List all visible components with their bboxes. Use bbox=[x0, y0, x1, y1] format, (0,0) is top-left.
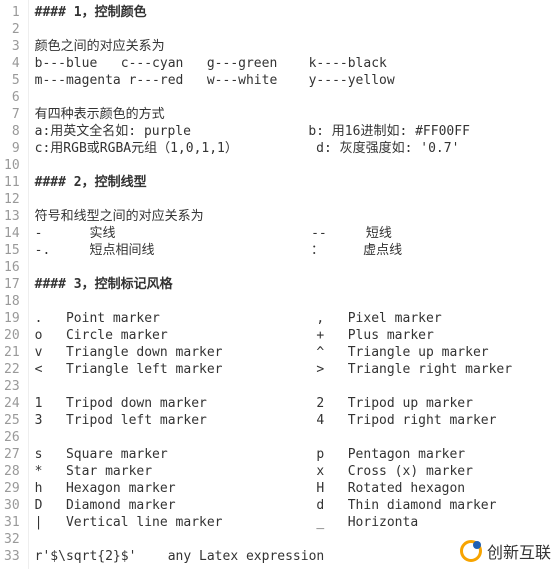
line-number: 17 bbox=[4, 276, 20, 293]
line-number: 8 bbox=[4, 123, 20, 140]
line-number: 22 bbox=[4, 361, 20, 378]
code-line[interactable]: 颜色之间的对应关系为 bbox=[35, 38, 555, 55]
code-line[interactable]: s Square marker p Pentagon marker bbox=[35, 446, 555, 463]
code-line[interactable]: | Vertical line marker _ Horizonta bbox=[35, 514, 555, 531]
watermark: 创新互联 bbox=[455, 537, 555, 565]
line-number: 14 bbox=[4, 225, 20, 242]
line-number: 10 bbox=[4, 157, 20, 174]
code-line[interactable]: -. 短点相间线 ： 虚点线 bbox=[35, 242, 555, 259]
line-number: 18 bbox=[4, 293, 20, 310]
line-number: 12 bbox=[4, 191, 20, 208]
line-number: 32 bbox=[4, 531, 20, 548]
code-line[interactable]: 有四种表示颜色的方式 bbox=[35, 106, 555, 123]
code-line[interactable] bbox=[35, 89, 555, 106]
line-number: 11 bbox=[4, 174, 20, 191]
line-number: 19 bbox=[4, 310, 20, 327]
code-line[interactable]: a:用英文全名如: purple b: 用16进制如: #FF00FF bbox=[35, 123, 555, 140]
code-line[interactable]: v Triangle down marker ^ Triangle up mar… bbox=[35, 344, 555, 361]
code-line[interactable]: #### 1，控制颜色 bbox=[35, 4, 555, 21]
line-number: 3 bbox=[4, 38, 20, 55]
code-line[interactable]: m---magenta r---red w---white y----yello… bbox=[35, 72, 555, 89]
line-number: 13 bbox=[4, 208, 20, 225]
code-line[interactable]: - 实线 -- 短线 bbox=[35, 225, 555, 242]
line-number: 20 bbox=[4, 327, 20, 344]
code-line[interactable]: o Circle marker + Plus marker bbox=[35, 327, 555, 344]
line-number: 25 bbox=[4, 412, 20, 429]
code-line[interactable]: #### 3，控制标记风格 bbox=[35, 276, 555, 293]
line-number: 24 bbox=[4, 395, 20, 412]
line-number: 27 bbox=[4, 446, 20, 463]
line-number: 29 bbox=[4, 480, 20, 497]
line-number: 5 bbox=[4, 72, 20, 89]
code-line[interactable]: < Triangle left marker > Triangle right … bbox=[35, 361, 555, 378]
code-line[interactable]: 符号和线型之间的对应关系为 bbox=[35, 208, 555, 225]
code-line[interactable] bbox=[35, 429, 555, 446]
code-line[interactable] bbox=[35, 378, 555, 395]
code-line[interactable]: 3 Tripod left marker 4 Tripod right mark… bbox=[35, 412, 555, 429]
code-line[interactable]: . Point marker , Pixel marker bbox=[35, 310, 555, 327]
code-line[interactable]: * Star marker x Cross (x) marker bbox=[35, 463, 555, 480]
line-number: 28 bbox=[4, 463, 20, 480]
line-number: 30 bbox=[4, 497, 20, 514]
line-number: 9 bbox=[4, 140, 20, 157]
line-number: 15 bbox=[4, 242, 20, 259]
code-line[interactable]: 1 Tripod down marker 2 Tripod up marker bbox=[35, 395, 555, 412]
line-number: 23 bbox=[4, 378, 20, 395]
line-number: 26 bbox=[4, 429, 20, 446]
code-line[interactable] bbox=[35, 293, 555, 310]
watermark-text: 创新互联 bbox=[487, 539, 551, 563]
watermark-logo-icon bbox=[459, 539, 483, 563]
line-number-gutter: 1234567891011121314151617181920212223242… bbox=[0, 0, 29, 569]
code-line[interactable]: #### 2，控制线型 bbox=[35, 174, 555, 191]
line-number: 7 bbox=[4, 106, 20, 123]
code-line[interactable]: b---blue c---cyan g---green k----black bbox=[35, 55, 555, 72]
code-line[interactable] bbox=[35, 191, 555, 208]
line-number: 1 bbox=[4, 4, 20, 21]
code-line[interactable] bbox=[35, 21, 555, 38]
code-line[interactable] bbox=[35, 259, 555, 276]
line-number: 33 bbox=[4, 548, 20, 565]
line-number: 6 bbox=[4, 89, 20, 106]
line-number: 16 bbox=[4, 259, 20, 276]
code-content[interactable]: #### 1，控制颜色 颜色之间的对应关系为b---blue c---cyan … bbox=[29, 0, 559, 569]
code-line[interactable]: D Diamond marker d Thin diamond marker bbox=[35, 497, 555, 514]
code-line[interactable]: h Hexagon marker H Rotated hexagon bbox=[35, 480, 555, 497]
line-number: 4 bbox=[4, 55, 20, 72]
line-number: 2 bbox=[4, 21, 20, 38]
line-number: 31 bbox=[4, 514, 20, 531]
code-line[interactable]: c:用RGB或RGBA元组（1,0,1,1） d: 灰度强度如: '0.7' bbox=[35, 140, 555, 157]
code-editor: 1234567891011121314151617181920212223242… bbox=[0, 0, 559, 569]
code-line[interactable] bbox=[35, 157, 555, 174]
line-number: 21 bbox=[4, 344, 20, 361]
